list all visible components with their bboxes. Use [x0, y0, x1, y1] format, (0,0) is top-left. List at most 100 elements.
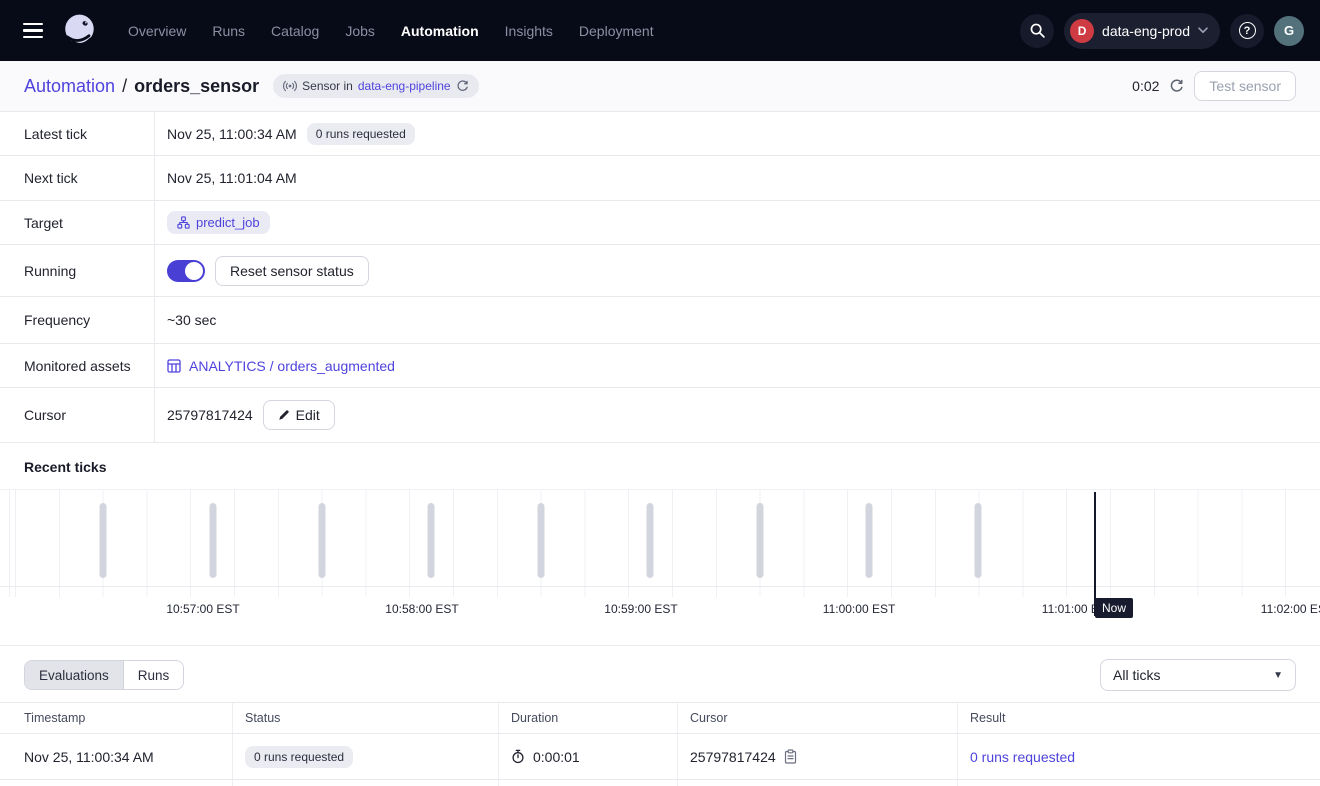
column-header-status: Status [233, 703, 499, 733]
cursor-label: Cursor [0, 388, 155, 442]
frequency-row: Frequency ~30 sec [0, 297, 1320, 344]
tab-evaluations[interactable]: Evaluations [25, 661, 124, 689]
frequency-label: Frequency [0, 297, 155, 343]
refresh-countdown: 0:02 [1132, 78, 1159, 94]
next-tick-label: Next tick [0, 156, 155, 200]
latest-tick-status-badge: 0 runs requested [307, 123, 415, 145]
evaluations-runs-tabs: Evaluations Runs [24, 660, 184, 690]
column-header-duration: Duration [499, 703, 678, 733]
cursor-value: 25797817424 [167, 407, 253, 423]
monitored-assets-label: Monitored assets [0, 344, 155, 387]
table-row: Nov 25, 11:00:34 AM 0 runs requested 0:0… [0, 734, 1320, 780]
axis-tick-label: 11:00:00 EST [823, 602, 896, 616]
repo-link[interactable]: data-eng-pipeline [358, 79, 451, 93]
latest-tick-row: Latest tick Nov 25, 11:00:34 AM 0 runs r… [0, 112, 1320, 156]
tick-bar[interactable] [865, 503, 872, 578]
page-header: Automation / orders_sensor Sensor in dat… [0, 61, 1320, 112]
frequency-value: ~30 sec [167, 312, 216, 328]
primary-nav: Overview Runs Catalog Jobs Automation In… [128, 23, 654, 39]
tick-bar[interactable] [537, 503, 544, 578]
running-row: Running Reset sensor status [0, 245, 1320, 297]
reset-sensor-status-button[interactable]: Reset sensor status [215, 256, 369, 286]
help-button[interactable]: ? [1230, 14, 1264, 48]
job-icon [177, 216, 190, 229]
breadcrumb: Automation / orders_sensor [24, 76, 259, 97]
now-label: Now [1095, 598, 1133, 618]
breadcrumb-automation-link[interactable]: Automation [24, 76, 115, 97]
nav-item-deployment[interactable]: Deployment [579, 23, 654, 39]
deployment-switcher[interactable]: D data-eng-prod [1064, 13, 1220, 49]
refresh-icon[interactable] [1169, 79, 1184, 94]
edit-cursor-button[interactable]: Edit [263, 400, 335, 430]
latest-tick-label: Latest tick [0, 112, 155, 155]
tick-filter-value: All ticks [1113, 667, 1160, 683]
page-title: orders_sensor [134, 76, 259, 97]
next-tick-value: Nov 25, 11:01:04 AM [167, 170, 297, 186]
test-sensor-button[interactable]: Test sensor [1194, 71, 1296, 101]
cell-cursor: 25797817424 [678, 734, 958, 779]
nav-item-runs[interactable]: Runs [212, 23, 245, 39]
avatar[interactable]: G [1274, 16, 1304, 46]
latest-tick-value: Nov 25, 11:00:34 AM [167, 126, 297, 142]
now-marker: Now [1094, 492, 1096, 616]
axis-tick-label: 10:59:00 EST [604, 602, 677, 616]
recent-ticks-section: Recent ticks 10:57:00 EST 10:58:00 EST 10:… [0, 443, 1320, 621]
help-icon: ? [1239, 22, 1256, 39]
evaluations-section: Evaluations Runs All ticks ▼ Timestamp S… [0, 645, 1320, 786]
select-caret-icon: ▼ [1273, 670, 1283, 681]
pencil-icon [278, 409, 290, 421]
nav-item-jobs[interactable]: Jobs [345, 23, 375, 39]
sensor-icon [283, 80, 297, 92]
axis-tick-label: 10:57:00 EST [166, 602, 239, 616]
cell-result: 0 runs requested [958, 734, 1320, 779]
tick-bar[interactable] [646, 503, 653, 578]
cell-duration: 0:00:01 [499, 734, 678, 779]
tick-bar[interactable] [427, 503, 434, 578]
stopwatch-icon [511, 749, 525, 764]
axis-tick-label: 11:02:00 EST [1261, 602, 1320, 616]
monitored-asset-link[interactable]: ANALYTICS / orders_augmented [167, 358, 395, 374]
status-badge: 0 runs requested [245, 746, 353, 768]
column-header-timestamp: Timestamp [0, 703, 233, 733]
tick-filter-select[interactable]: All ticks ▼ [1100, 659, 1296, 691]
target-job-link[interactable]: predict_job [167, 211, 270, 234]
axis-tick-label: 10:58:00 EST [385, 602, 458, 616]
tick-bar[interactable] [210, 503, 217, 578]
table-header-row: Timestamp Status Duration Cursor Result [0, 702, 1320, 734]
tick-bar[interactable] [99, 503, 106, 578]
asset-table-icon [167, 359, 181, 373]
copy-clipboard-icon[interactable] [784, 749, 797, 764]
breadcrumb-separator: / [122, 76, 127, 97]
result-link[interactable]: 0 runs requested [970, 749, 1075, 765]
dagster-logo-icon[interactable] [60, 11, 100, 51]
menu-icon[interactable] [16, 14, 50, 48]
recent-ticks-heading: Recent ticks [0, 443, 1320, 489]
nav-item-overview[interactable]: Overview [128, 23, 186, 39]
search-button[interactable] [1020, 14, 1054, 48]
table-row-partial [0, 780, 1320, 786]
deployment-name: data-eng-prod [1102, 23, 1190, 39]
nav-item-catalog[interactable]: Catalog [271, 23, 319, 39]
sensor-badge-prefix: Sensor in [302, 79, 353, 93]
sensor-location-badge: Sensor in data-eng-pipeline [273, 74, 478, 98]
tick-bar[interactable] [757, 503, 764, 578]
chevron-down-icon [1198, 27, 1208, 34]
tick-bar[interactable] [974, 503, 981, 578]
reload-repo-icon[interactable] [456, 80, 469, 93]
running-toggle[interactable] [167, 260, 205, 282]
ticks-chart [0, 489, 1320, 587]
next-tick-row: Next tick Nov 25, 11:01:04 AM [0, 156, 1320, 201]
nav-item-automation[interactable]: Automation [401, 23, 479, 39]
tick-bar[interactable] [318, 503, 325, 578]
sensor-details: Latest tick Nov 25, 11:00:34 AM 0 runs r… [0, 112, 1320, 443]
column-header-result: Result [958, 703, 1320, 733]
cell-timestamp: Nov 25, 11:00:34 AM [0, 734, 233, 779]
tab-runs[interactable]: Runs [124, 661, 184, 689]
nav-item-insights[interactable]: Insights [505, 23, 553, 39]
running-label: Running [0, 245, 155, 296]
cell-status: 0 runs requested [233, 734, 499, 779]
deployment-badge: D [1070, 19, 1094, 43]
ticks-minor-gridlines [0, 587, 1320, 597]
monitored-assets-row: Monitored assets ANALYTICS / orders_augm… [0, 344, 1320, 388]
column-header-cursor: Cursor [678, 703, 958, 733]
